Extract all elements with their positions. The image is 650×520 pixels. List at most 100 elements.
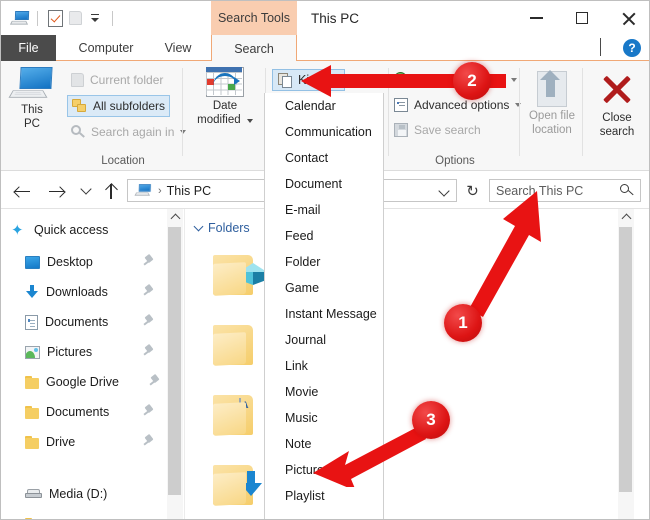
- minimize-button[interactable]: [513, 1, 559, 35]
- menu-item-email[interactable]: E-mail: [265, 197, 383, 223]
- menu-item-note[interactable]: Note: [265, 431, 383, 457]
- menu-item-link[interactable]: Link: [265, 353, 383, 379]
- menu-item-feed[interactable]: Feed: [265, 223, 383, 249]
- chevron-down-icon[interactable]: [194, 222, 204, 232]
- nav-item-media-d[interactable]: Media (D:): [1, 481, 167, 507]
- back-button[interactable]: [11, 180, 33, 202]
- menu-item-communication[interactable]: Communication: [265, 119, 383, 145]
- options-group-label: Options: [390, 155, 520, 167]
- refresh-button[interactable]: ↻: [462, 180, 483, 201]
- computer-icon: [11, 67, 53, 101]
- menu-item-music[interactable]: Music: [265, 405, 383, 431]
- recent-searches-caret-icon[interactable]: [511, 78, 517, 82]
- menu-item-movie[interactable]: Movie: [265, 379, 383, 405]
- pin-icon[interactable]: [143, 345, 155, 358]
- file-tile[interactable]: [213, 321, 271, 371]
- nav-item-documents-2[interactable]: Documents: [1, 399, 167, 425]
- advanced-options-button[interactable]: Advanced options: [394, 94, 521, 115]
- this-pc-icon[interactable]: [10, 8, 30, 28]
- scrollbar-thumb[interactable]: [619, 227, 632, 492]
- collapse-ribbon-icon[interactable]: [597, 39, 613, 55]
- scrollbar-thumb[interactable]: [168, 227, 181, 495]
- tab-search[interactable]: Search: [211, 35, 297, 62]
- navigation-pane-scrollbar[interactable]: [167, 209, 183, 520]
- menu-item-journal[interactable]: Journal: [265, 327, 383, 353]
- customize-dropdown-icon[interactable]: [85, 8, 105, 28]
- this-pc-button[interactable]: This PC: [1, 67, 63, 131]
- group-header-label: Folders: [208, 221, 250, 235]
- tab-computer[interactable]: Computer: [66, 35, 146, 61]
- menu-item-instant-message[interactable]: Instant Message: [265, 301, 383, 327]
- group-header-folders[interactable]: Folders: [195, 221, 250, 235]
- search-again-in-button[interactable]: Search again in: [67, 121, 190, 143]
- nav-item-label: Documents: [45, 315, 108, 329]
- file-tile[interactable]: [213, 391, 271, 441]
- pictures-icon: [25, 346, 40, 359]
- menu-item-folder[interactable]: Folder: [265, 249, 383, 275]
- kind-button[interactable]: Kind: [272, 69, 345, 91]
- tab-view[interactable]: View: [151, 35, 205, 61]
- menu-item-contact[interactable]: Contact: [265, 145, 383, 171]
- kind-caret-icon[interactable]: [328, 78, 336, 83]
- close-button[interactable]: [605, 1, 650, 35]
- group-divider-5: [582, 68, 583, 156]
- menu-item-picture[interactable]: Picture: [265, 457, 383, 483]
- search-input[interactable]: Search This PC: [496, 184, 620, 198]
- current-folder-button[interactable]: Current folder: [67, 69, 167, 91]
- pin-icon[interactable]: [143, 405, 155, 418]
- advanced-options-label: Advanced options: [414, 98, 509, 112]
- scroll-up-icon[interactable]: [618, 209, 634, 225]
- nav-item-google-drive[interactable]: Google Drive: [1, 369, 167, 395]
- nav-item-downloads[interactable]: Downloads: [1, 279, 167, 305]
- nav-item-documents[interactable]: Documents: [1, 309, 167, 335]
- date-modified-caret-icon[interactable]: [247, 119, 253, 123]
- content-pane-scrollbar[interactable]: [618, 209, 634, 520]
- ribbon-group-open-file-location: Open file location: [521, 61, 583, 171]
- group-divider-1: [182, 68, 183, 156]
- this-pc-line2: PC: [24, 118, 40, 130]
- recent-locations-button[interactable]: [77, 180, 95, 202]
- file-tile[interactable]: [213, 251, 271, 301]
- drive-icon: [25, 489, 42, 499]
- search-box[interactable]: Search This PC: [489, 179, 641, 202]
- pin-icon[interactable]: [143, 435, 155, 448]
- all-subfolders-button[interactable]: All subfolders: [67, 95, 170, 117]
- help-icon[interactable]: ?: [623, 39, 641, 57]
- nav-item-quick-access[interactable]: ✦ Quick access: [1, 217, 167, 243]
- nav-item-pictures[interactable]: Pictures: [1, 339, 167, 365]
- close-search-button[interactable]: Close search: [586, 73, 648, 139]
- nav-item-desktop[interactable]: Desktop: [1, 249, 167, 275]
- search-again-icon: [71, 125, 85, 139]
- open-file-location-button[interactable]: Open file location: [521, 71, 583, 137]
- address-dropdown-icon[interactable]: [438, 185, 449, 196]
- pin-icon[interactable]: [149, 375, 161, 388]
- scroll-up-icon[interactable]: [167, 209, 183, 225]
- nav-item-label: Documents: [46, 405, 109, 419]
- save-icon: [394, 123, 408, 137]
- pin-icon[interactable]: [143, 315, 155, 328]
- forward-button[interactable]: [45, 180, 67, 202]
- nav-item-label: Desktop: [47, 255, 93, 269]
- date-modified-button[interactable]: Date modified: [184, 67, 266, 127]
- maximize-button[interactable]: [559, 1, 605, 35]
- menu-item-calendar[interactable]: Calendar: [265, 93, 383, 119]
- save-search-button[interactable]: Save search: [394, 119, 481, 140]
- properties-icon[interactable]: [45, 8, 65, 28]
- tab-file[interactable]: File: [1, 35, 56, 61]
- breadcrumb-this-pc[interactable]: This PC: [167, 184, 211, 198]
- this-pc-button-label: This PC: [21, 103, 43, 131]
- menu-item-game[interactable]: Game: [265, 275, 383, 301]
- nav-item-drive[interactable]: Drive: [1, 429, 167, 455]
- pin-icon[interactable]: [143, 255, 155, 268]
- annotation-badge-3: 3: [412, 401, 450, 439]
- up-button[interactable]: [101, 180, 121, 202]
- nav-item-partial[interactable]: [1, 511, 167, 520]
- file-tile[interactable]: [213, 461, 271, 511]
- nav-item-label: Drive: [46, 435, 75, 449]
- menu-item-document[interactable]: Document: [265, 171, 383, 197]
- menu-item-playlist[interactable]: Playlist: [265, 483, 383, 509]
- new-folder-icon[interactable]: [65, 8, 85, 28]
- pin-icon[interactable]: [143, 285, 155, 298]
- contextual-tab-search-tools: Search Tools: [211, 1, 297, 35]
- annotation-badge-2: 2: [453, 62, 491, 100]
